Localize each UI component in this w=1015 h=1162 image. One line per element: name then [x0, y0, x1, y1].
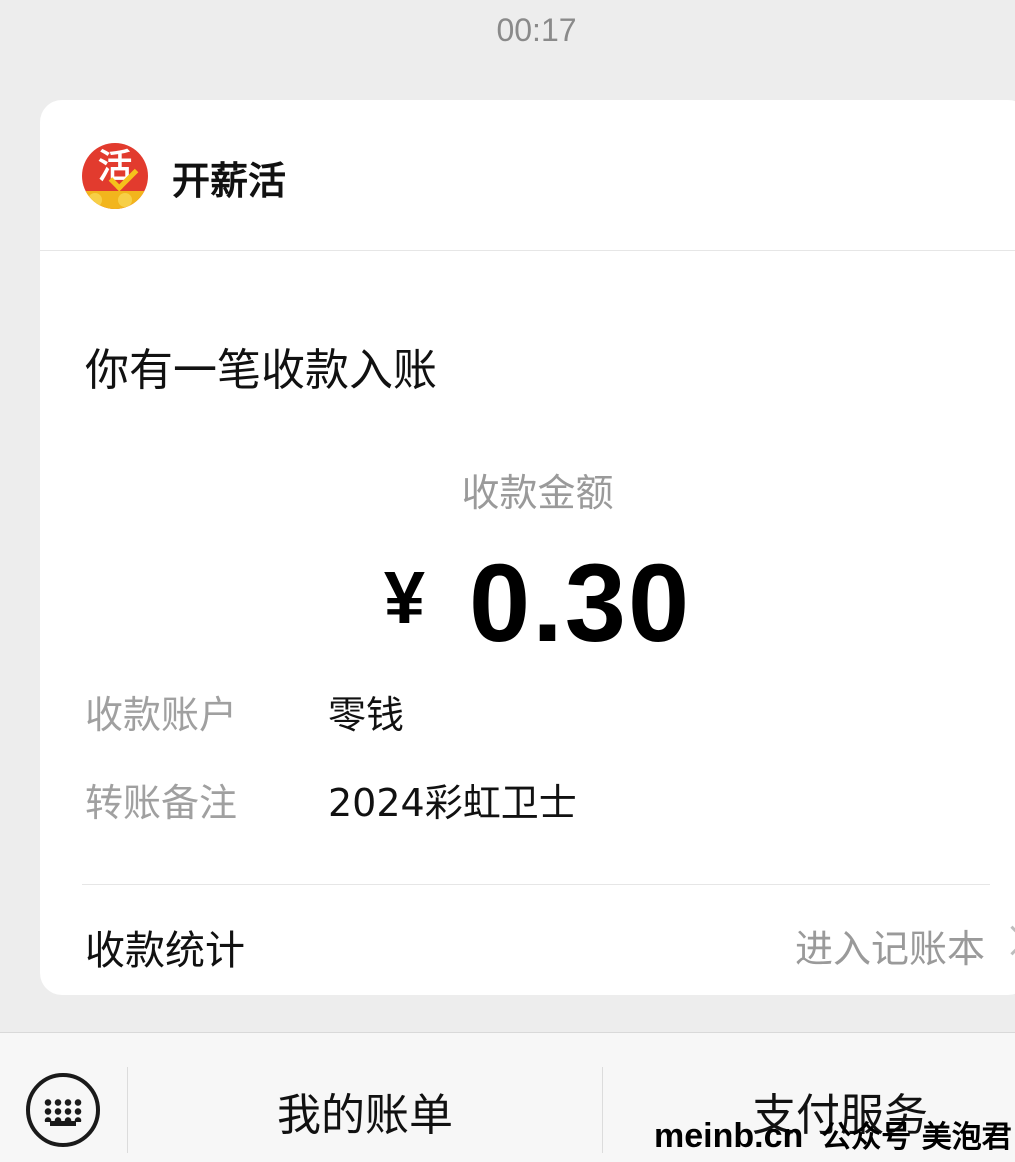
- notification-title: 你有一笔收款入账: [85, 345, 437, 396]
- ledger-link[interactable]: 进入记账本: [794, 918, 1015, 973]
- sender-name: 开薪活: [172, 159, 287, 203]
- amount-label: 收款金额: [461, 471, 614, 515]
- divider: [82, 884, 990, 885]
- keyboard-icon[interactable]: [26, 1073, 100, 1147]
- ledger-link-label: 进入记账本: [794, 927, 985, 971]
- menu-item-my-bills[interactable]: 我的账单: [128, 1079, 602, 1143]
- watermark-site: meinb.cn: [654, 1117, 804, 1155]
- account-value: 零钱: [328, 693, 405, 737]
- amount-value: 0.30: [469, 542, 692, 665]
- stats-label: 收款统计: [85, 928, 245, 974]
- payment-notification-card[interactable]: 活 开薪活 你有一笔收款入账 收款金额 ¥0.30 收款账户 零钱 转账备注 2…: [40, 100, 1015, 995]
- currency-symbol: ¥: [383, 556, 426, 639]
- timestamp: 00:17: [496, 12, 577, 48]
- watermark-text: 公众号 美泡君: [821, 1120, 1012, 1155]
- keyboard-spacebar: [50, 1121, 76, 1126]
- logo-coins: [82, 191, 148, 209]
- card-header[interactable]: 活 开薪活: [40, 100, 1015, 251]
- chevron-right-icon: [997, 925, 1015, 956]
- remark-value: 2024彩虹卫士: [328, 781, 577, 825]
- amount-display: ¥0.30: [40, 540, 1015, 667]
- keyboard-keys: [43, 1098, 83, 1122]
- sender-logo-icon: 活: [82, 143, 148, 209]
- watermark: meinb.cn 公众号 美泡君: [654, 1112, 1012, 1156]
- remark-label: 转账备注: [85, 781, 238, 825]
- account-label: 收款账户: [85, 693, 238, 737]
